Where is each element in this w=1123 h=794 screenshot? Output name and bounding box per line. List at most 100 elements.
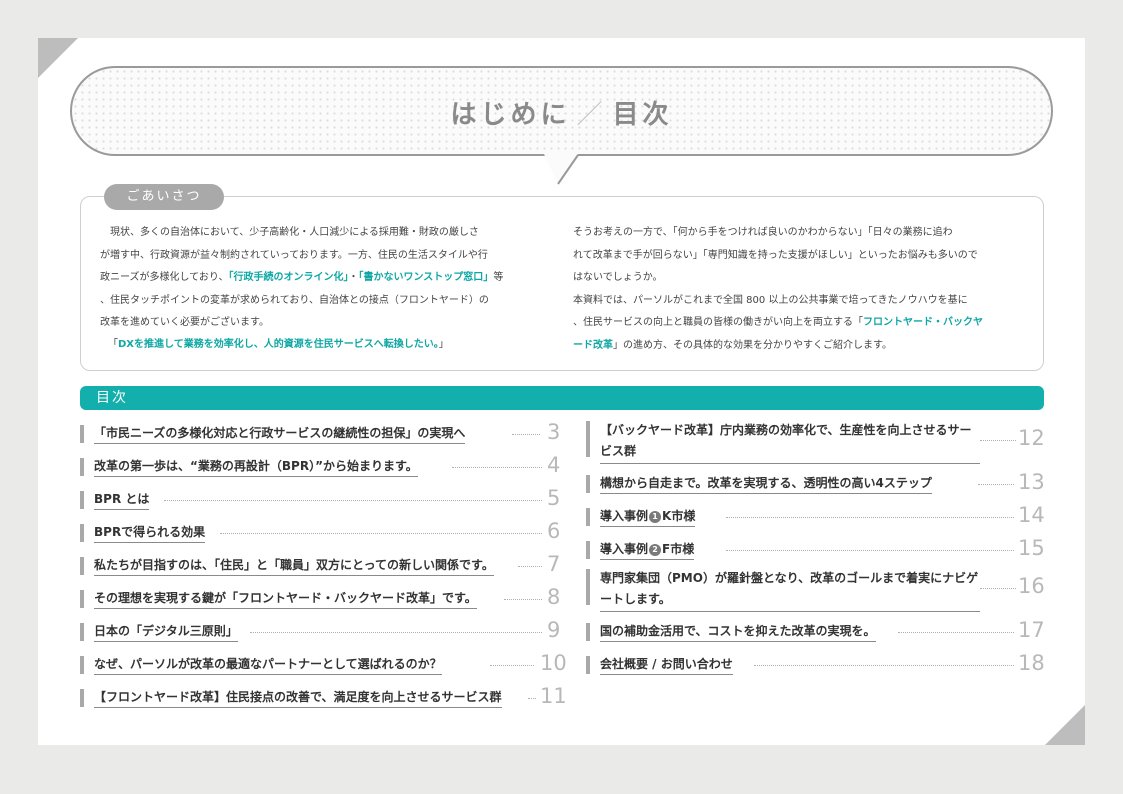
toc-item[interactable]: 私たちが目指すのは、「住民」と「職員」双方にとっての新しい関係です。 7	[80, 552, 560, 578]
toc-page-number: 13	[1018, 470, 1045, 494]
toc-item[interactable]: その理想を実現する鍵が「フロントヤード・バックヤード改革」です。 8	[80, 585, 560, 611]
toc-leader	[980, 440, 1016, 441]
toc-leader	[164, 500, 542, 501]
greeting-right-text: そうお考えの一方で、「何から手をつければ良いのかわからない」「日々の業務に追わ …	[573, 222, 1025, 357]
toc-label-part: 導入事例	[600, 509, 649, 523]
toc-item[interactable]: 国の補助金活用で、コストを抑えた改革の実現を。 17	[586, 618, 1046, 644]
greeting-right-line: ード改革」の進め方、その具体的な効果を分かりやすくご紹介します。	[573, 335, 1025, 358]
toc-leader	[518, 566, 542, 567]
toc-marker	[586, 656, 590, 674]
toc-item[interactable]: 【バックヤード改革】庁内業務の効率化で、生産性を向上させるサービス群 12	[586, 420, 1046, 464]
toc-marker	[80, 458, 84, 476]
toc-label: 私たちが目指すのは、「住民」と「職員」双方にとっての新しい関係です。	[94, 556, 494, 576]
toc-leader	[512, 434, 540, 435]
toc-marker	[80, 590, 84, 608]
toc-label: 日本の「デジタル三原則」	[94, 622, 238, 642]
text-span: 」の進め方、その具体的な効果を分かりやすくご紹介します。	[613, 339, 892, 351]
toc-item[interactable]: 導入事例 1 K市様 14	[586, 503, 1046, 529]
greeting-quote: 「DXを推進して業務を効率化し、人的資源を住民サービスへ転換したい。」	[108, 335, 449, 350]
toc-label: その理想を実現する鍵が「フロントヤード・バックヤード改革」です。	[94, 589, 477, 609]
toc-page-number: 8	[547, 585, 561, 609]
toc-marker	[586, 508, 590, 526]
text-span: 等	[493, 272, 504, 283]
quote-text: DXを推進して業務を効率化し、人的資源を住民サービスへ転換したい。	[118, 339, 439, 350]
toc-leader	[726, 517, 1014, 518]
corner-decoration-bottom-right	[1045, 705, 1085, 745]
toc-leader	[754, 665, 1014, 666]
toc-page-number: 14	[1018, 503, 1045, 527]
toc-item[interactable]: 改革の第一歩は、“業務の再設計（BPR）”から始まります。 4	[80, 453, 560, 479]
text-span: 、住民サービスの向上と職員の皆様の働きがい向上を両立する「	[573, 317, 863, 328]
toc-label-part: 導入事例	[600, 542, 649, 556]
quote-close: 」	[438, 339, 449, 350]
toc-leader	[452, 467, 542, 468]
highlight-onestop: 「書かないワンストップ窓口」	[358, 272, 494, 283]
toc-page-number: 4	[547, 453, 561, 477]
toc-page-number: 7	[547, 552, 561, 576]
toc-leader	[898, 632, 1014, 633]
toc-marker	[586, 475, 590, 493]
toc-label-part: F市様	[662, 542, 695, 556]
toc-label: 構想から自走まで。改革を実現する、透明性の高い4ステップ	[600, 474, 932, 494]
toc-leader	[978, 484, 1014, 485]
toc-leader	[490, 665, 534, 666]
toc-marker	[80, 689, 84, 707]
bubble-tail	[544, 154, 579, 185]
toc-page-number: 17	[1018, 618, 1045, 642]
toc-item[interactable]: なぜ、パーソルが改革の最適なパートナーとして選ばれるのか？ 10	[80, 651, 567, 677]
toc-item[interactable]: 構想から自走まで。改革を実現する、透明性の高い4ステップ 13	[586, 470, 1046, 496]
toc-page-number: 10	[540, 651, 567, 675]
page: はじめに／目次 ごあいさつ 現状、多くの自治体において、少子高齢化・人口減少によ…	[38, 38, 1085, 745]
toc-item[interactable]: BPRで得られる効果 6	[80, 519, 560, 545]
toc-item[interactable]: BPR とは 5	[80, 486, 560, 512]
toc-leader	[504, 599, 542, 600]
toc-page-number: 11	[540, 684, 567, 708]
toc-page-number: 16	[1018, 574, 1045, 598]
greeting-right-line: はないでしょうか。	[573, 272, 663, 283]
text-span: 政ニーズが多様化しており、	[100, 272, 229, 283]
toc-leader	[726, 550, 1014, 551]
toc-marker	[80, 524, 84, 542]
toc-item[interactable]: 専門家集団（PMO）が羅針盤となり、改革のゴールまで着実にナビゲートします。 1…	[586, 568, 1046, 612]
highlight-reform: フロントヤード・バックヤ	[863, 317, 983, 328]
toc-label: 専門家集団（PMO）が羅針盤となり、改革のゴールまで着実にナビゲートします。	[600, 568, 980, 612]
toc-marker	[586, 623, 590, 641]
greeting-left-line: 現状、多くの自治体において、少子高齢化・人口減少による採用難・財政の厳しさ	[100, 227, 479, 238]
greeting-left-line: 政ニーズが多様化しており、「行政手続のオンライン化」・「書かないワンストップ窓口…	[100, 267, 550, 290]
toc-heading: 目次	[80, 386, 1044, 410]
toc-item[interactable]: 【フロントヤード改革】住民接点の改善で、満足度を向上させるサービス群 11	[80, 684, 567, 710]
text-span: ・	[348, 272, 359, 283]
toc-item[interactable]: 日本の「デジタル三原則」 9	[80, 618, 560, 644]
toc-label: 「市民ニーズの多様化対応と行政サービスの継続性の担保」の実現へ	[94, 424, 466, 444]
toc-page-number: 15	[1018, 536, 1045, 560]
toc-marker	[80, 623, 84, 641]
highlight-online: 「行政手続のオンライン化」	[228, 272, 349, 283]
toc-label: 【バックヤード改革】庁内業務の効率化で、生産性を向上させるサービス群	[600, 420, 980, 464]
toc-label: 国の補助金活用で、コストを抑えた改革の実現を。	[600, 622, 876, 642]
toc-label: なぜ、パーソルが改革の最適なパートナーとして選ばれるのか？	[94, 655, 442, 675]
greeting-right-line: 本資料では、パーソルがこれまで全国 800 以上の公共事業で培ってきたノウハウを…	[573, 294, 968, 306]
toc-label: 改革の第一歩は、“業務の再設計（BPR）”から始まります。	[94, 457, 418, 477]
toc-marker	[80, 425, 84, 443]
toc-marker	[586, 569, 590, 605]
toc-item[interactable]: 「市民ニーズの多様化対応と行政サービスの継続性の担保」の実現へ 3	[80, 420, 560, 446]
toc-page-number: 18	[1018, 651, 1045, 675]
greeting-left-text: 現状、多くの自治体において、少子高齢化・人口減少による採用難・財政の厳しさ が増…	[100, 222, 550, 335]
toc-page-number: 3	[547, 420, 561, 444]
toc-marker	[80, 557, 84, 575]
toc-label: 【フロントヤード改革】住民接点の改善で、満足度を向上させるサービス群	[94, 688, 502, 708]
toc-label: BPRで得られる効果	[94, 523, 206, 543]
toc-marker	[586, 421, 590, 457]
toc-item[interactable]: 導入事例 2 F市様 15	[586, 536, 1046, 562]
case-number-badge: 2	[649, 544, 662, 556]
greeting-right-line: そうお考えの一方で、「何から手をつければ良いのかわからない」「日々の業務に追わ	[573, 227, 953, 238]
greeting-left-line: 改革を進めていく必要がございます。	[100, 317, 269, 328]
highlight-reform: ード改革	[573, 339, 613, 351]
toc-page-number: 9	[547, 618, 561, 642]
greeting-left-line: が増す中、行政資源が益々制約されていっております。一方、住民の生活スタイルや行	[100, 249, 488, 261]
toc-label: 会社概要 / お問い合わせ	[600, 655, 733, 675]
toc-leader	[528, 698, 536, 699]
toc-label: 導入事例 2 F市様	[600, 540, 695, 560]
toc-item[interactable]: 会社概要 / お問い合わせ 18	[586, 651, 1046, 677]
greeting-left-line: 、住民タッチポイントの変革が求められており、自治体との接点（フロントヤード）の	[100, 294, 489, 306]
